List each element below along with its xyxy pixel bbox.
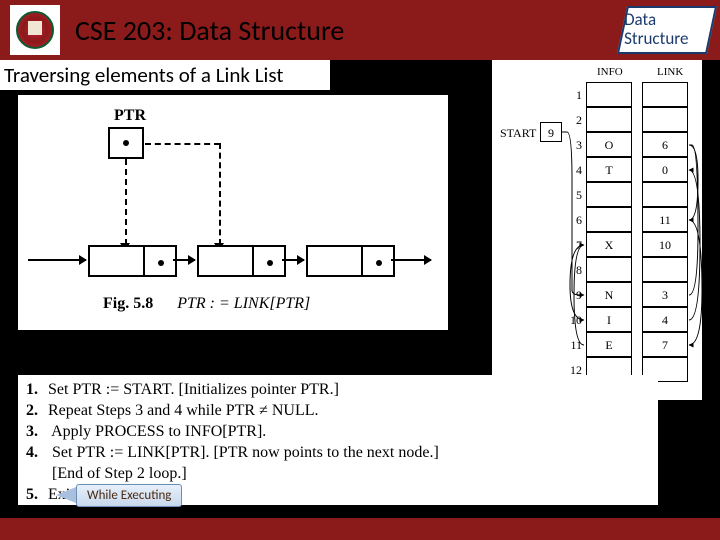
course-title: CSE 203: Data Structure	[75, 13, 344, 48]
algorithm-step: [End of Step 2 loop.]	[26, 465, 650, 483]
slide-header: CSE 203: Data Structure Data Structure	[0, 0, 720, 60]
topic-badge: Data Structure	[617, 6, 717, 54]
row-number: 3	[570, 138, 582, 153]
dashed-line	[145, 143, 220, 145]
row-number: 5	[570, 188, 582, 203]
university-logo	[10, 5, 60, 55]
algorithm-step: 1.Set PTR := START. [Initializes pointer…	[26, 381, 650, 399]
dashed-line	[219, 143, 221, 245]
row-number: 8	[570, 263, 582, 278]
info-cell: T	[586, 157, 632, 182]
info-cell: I	[586, 307, 632, 332]
link-cell: 10	[642, 232, 688, 257]
row-number: 7	[570, 238, 582, 253]
figure-formula: PTR : = LINK[PTR]	[177, 295, 310, 312]
ptr-label: PTR	[114, 107, 146, 125]
linked-list-diagram: PTR Fig. 5.8 PTR : = LINK[PTR]	[18, 95, 448, 330]
executing-callout: While Executing	[76, 484, 182, 507]
start-value: 9	[540, 122, 562, 142]
info-cell	[586, 82, 632, 107]
row-number: 1	[570, 88, 582, 103]
link-cell	[642, 257, 688, 282]
dashed-line	[125, 159, 127, 245]
link-cell: 4	[642, 307, 688, 332]
link-cell: 7	[642, 332, 688, 357]
link-arrow-icon	[28, 259, 86, 261]
info-column-header: INFO	[597, 66, 623, 78]
link-cell: 0	[642, 157, 688, 182]
figure-caption: Fig. 5.8 PTR : = LINK[PTR]	[103, 295, 310, 313]
link-arrow-icon	[173, 259, 195, 261]
row-number: 9	[570, 288, 582, 303]
list-node	[88, 245, 177, 277]
info-cell	[586, 257, 632, 282]
array-table: INFO LINK START 9 123O64T056117X1089N310…	[492, 60, 702, 400]
link-cell: 3	[642, 282, 688, 307]
list-node	[306, 245, 395, 277]
row-number: 4	[570, 163, 582, 178]
row-number: 2	[570, 113, 582, 128]
link-column-header: LINK	[657, 66, 683, 78]
algorithm-step: 3. Apply PROCESS to INFO[PTR].	[26, 423, 650, 441]
info-cell: N	[586, 282, 632, 307]
link-cell	[642, 82, 688, 107]
slide-subtitle: Traversing elements of a Link List	[0, 60, 330, 90]
link-arrow-icon	[282, 259, 304, 261]
link-cell: 11	[642, 207, 688, 232]
info-cell	[586, 207, 632, 232]
figure-number: Fig. 5.8	[103, 295, 153, 312]
list-node	[197, 245, 286, 277]
info-cell	[586, 107, 632, 132]
link-arrow-icon	[391, 259, 431, 261]
row-number: 10	[570, 313, 582, 328]
row-number: 6	[570, 213, 582, 228]
link-cell	[642, 107, 688, 132]
link-cell	[642, 182, 688, 207]
start-label: START	[500, 126, 536, 141]
topic-badge-text: Data Structure	[624, 11, 710, 48]
info-cell: X	[586, 232, 632, 257]
ptr-dot	[123, 140, 129, 146]
info-cell	[586, 182, 632, 207]
link-cell: 6	[642, 132, 688, 157]
info-cell: O	[586, 132, 632, 157]
footer-bar	[0, 518, 720, 540]
info-cell: E	[586, 332, 632, 357]
row-number: 11	[570, 338, 582, 353]
algorithm-step: 4. Set PTR := LINK[PTR]. [PTR now points…	[26, 444, 650, 462]
callout-arrow-icon	[56, 487, 76, 503]
algorithm-step: 2.Repeat Steps 3 and 4 while PTR ≠ NULL.	[26, 402, 650, 420]
